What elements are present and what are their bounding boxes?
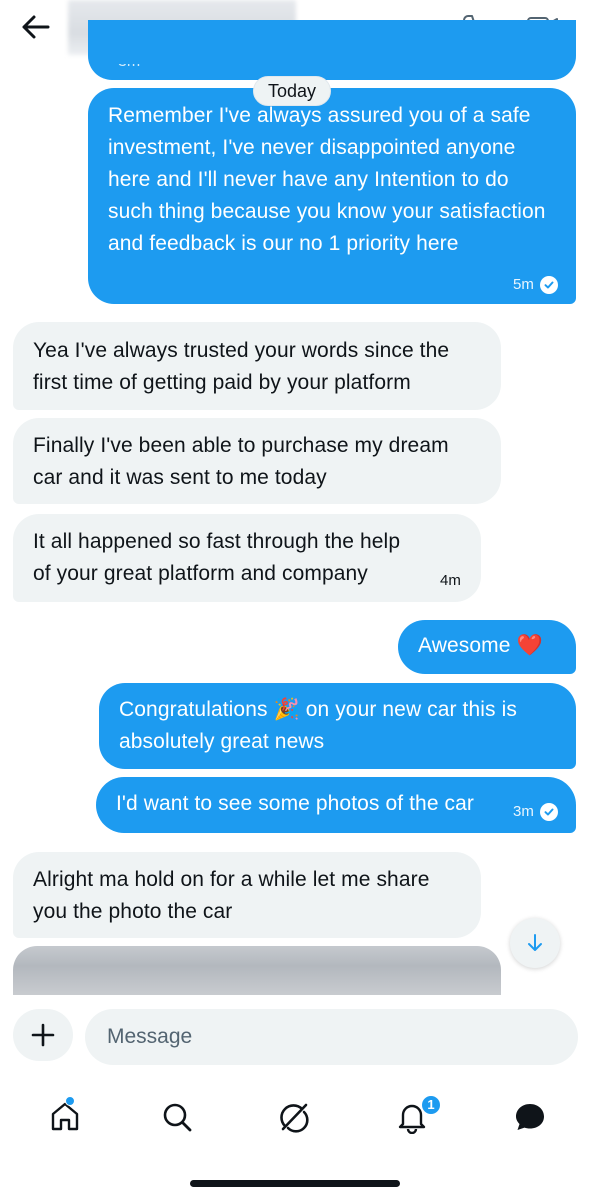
message-bubble-outgoing[interactable]: Awesome ❤️: [398, 620, 576, 674]
notification-count-badge: 1: [420, 1094, 442, 1116]
previous-message-bubble[interactable]: 3m: [88, 20, 576, 80]
shared-photo-preview[interactable]: [13, 946, 501, 996]
plus-icon[interactable]: [13, 1009, 73, 1061]
message-bubble-incoming[interactable]: It all happened so fast through the help…: [13, 514, 481, 602]
message-bubble-incoming[interactable]: Yea I've always trusted your words since…: [13, 322, 501, 410]
scroll-to-bottom-button[interactable]: [510, 918, 560, 968]
message-bubble-incoming[interactable]: Finally I've been able to purchase my dr…: [13, 418, 501, 504]
message-bubble-outgoing[interactable]: I'd want to see some photos of the car 3…: [96, 777, 576, 833]
home-unread-dot: [65, 1096, 75, 1106]
sent-check-icon: [540, 276, 558, 294]
message-text: Alright ma hold on for a while let me sh…: [33, 868, 430, 923]
bottom-tab-bar: [0, 1085, 589, 1155]
message-meta: 3m: [513, 803, 558, 821]
arrow-down-icon: [528, 934, 542, 951]
message-composer: [0, 995, 589, 1085]
message-bubble-outgoing[interactable]: Remember I've always assured you of a sa…: [88, 88, 576, 304]
message-meta: 4m: [440, 572, 461, 590]
message-time: 4m: [439, 572, 461, 589]
date-divider: Today: [253, 76, 332, 106]
message-text: I'd want to see some photos of the car: [116, 792, 475, 815]
message-text: Congratulations 🎉 on your new car this i…: [119, 698, 517, 753]
message-time: 5m: [512, 276, 534, 293]
message-bubble-incoming[interactable]: Alright ma hold on for a while let me sh…: [13, 852, 481, 938]
home-indicator: [190, 1180, 400, 1187]
message-text: It all happened so fast through the help…: [33, 530, 401, 585]
arrow-left-icon[interactable]: [18, 12, 54, 42]
grok-icon[interactable]: [272, 1095, 316, 1139]
message-time: 3m: [512, 803, 534, 820]
search-icon[interactable]: [155, 1095, 199, 1139]
message-time: 3m: [118, 53, 141, 70]
message-bubble-outgoing[interactable]: Congratulations 🎉 on your new car this i…: [99, 683, 576, 769]
message-input[interactable]: [85, 1009, 578, 1065]
message-meta: 5m: [513, 276, 558, 294]
message-text: Awesome ❤️: [418, 634, 543, 657]
messages-icon[interactable]: [508, 1095, 552, 1139]
message-text: Remember I've always assured you of a sa…: [108, 104, 546, 255]
sent-check-icon: [540, 803, 558, 821]
message-text: Yea I've always trusted your words since…: [33, 339, 450, 394]
message-text: Finally I've been able to purchase my dr…: [33, 434, 449, 489]
